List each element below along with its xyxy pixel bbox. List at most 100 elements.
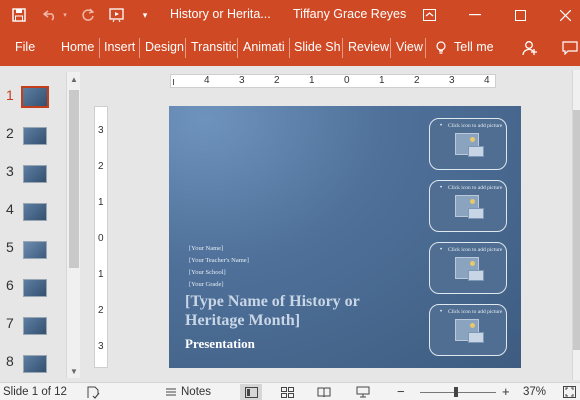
tab-divider	[139, 38, 140, 58]
tab-review[interactable]: Review	[348, 40, 389, 54]
scroll-down-icon[interactable]: ▼	[67, 364, 81, 378]
picture-placeholder[interactable]: • Click icon to add picture	[429, 242, 507, 294]
slide-thumbnail-2[interactable]	[23, 127, 47, 145]
tab-file[interactable]: File	[15, 40, 35, 54]
slide-thumbnail-1[interactable]	[21, 86, 49, 108]
thumbnail-number: 1	[6, 87, 14, 103]
ribbon-display-options-icon[interactable]	[420, 0, 438, 30]
thumbnail-number: 8	[6, 353, 14, 369]
ruler-number: 1	[98, 197, 104, 208]
user-name[interactable]: Tiffany Grace Reyes	[293, 7, 406, 21]
slide-show-icon[interactable]	[354, 384, 372, 400]
notes-button[interactable]: Notes	[181, 386, 211, 398]
normal-view-icon[interactable]	[240, 384, 262, 400]
tell-me-search[interactable]: Tell me	[454, 40, 494, 54]
ruler-number: 0	[98, 233, 104, 244]
maximize-icon[interactable]	[507, 0, 533, 30]
bullet-icon: •	[440, 247, 443, 253]
bullet-icon: •	[440, 309, 443, 315]
scrollbar-thumb[interactable]	[69, 90, 79, 268]
notes-icon[interactable]	[162, 384, 180, 400]
zoom-in-button[interactable]: +	[502, 384, 510, 399]
thumbnail-number: 7	[6, 315, 14, 331]
student-name-placeholder[interactable]: [Your Name]	[189, 245, 223, 252]
grade-placeholder[interactable]: [Your Grade]	[189, 281, 224, 288]
picture-placeholder-text: Click icon to add picture	[448, 123, 503, 129]
slide-sorter-icon[interactable]	[278, 384, 296, 400]
ruler-tick	[173, 79, 174, 85]
close-icon[interactable]	[552, 0, 578, 30]
minimize-icon[interactable]	[462, 0, 488, 30]
reading-view-icon[interactable]	[315, 384, 333, 400]
ruler-number: 2	[414, 75, 420, 86]
slide-canvas[interactable]: [Your Name] [Your Teacher's Name] [Your …	[169, 106, 521, 368]
slide-thumbnail-4[interactable]	[23, 203, 47, 221]
slide-scrollbar[interactable]	[572, 70, 580, 380]
tab-divider	[185, 38, 186, 58]
zoom-level[interactable]: 37%	[523, 386, 546, 398]
zoom-slider-handle[interactable]	[454, 387, 458, 397]
tab-animations[interactable]: Animati	[243, 40, 287, 54]
school-placeholder[interactable]: [Your School]	[189, 269, 226, 276]
picture-placeholder[interactable]: • Click icon to add picture	[429, 304, 507, 356]
insert-picture-icon[interactable]	[455, 257, 484, 281]
insert-picture-icon[interactable]	[455, 195, 484, 219]
tab-transitions[interactable]: Transitic	[191, 40, 236, 54]
lightbulb-icon[interactable]	[434, 33, 448, 63]
tab-divider	[342, 38, 343, 58]
save-icon[interactable]	[8, 0, 30, 30]
slide-counter[interactable]: Slide 1 of 12	[3, 386, 67, 398]
tab-view[interactable]: View	[396, 40, 423, 54]
fit-slide-icon[interactable]	[560, 384, 578, 400]
zoom-out-button[interactable]: −	[397, 384, 405, 399]
title-bar: ▾ ▾ History or Herita... Tiffany Grace R…	[0, 0, 580, 30]
picture-placeholder[interactable]: • Click icon to add picture	[429, 118, 507, 170]
picture-placeholder-text: Click icon to add picture	[448, 185, 503, 191]
insert-picture-icon[interactable]	[455, 319, 484, 343]
start-from-beginning-icon[interactable]	[106, 0, 128, 30]
tab-slide-show[interactable]: Slide Sh	[294, 40, 340, 54]
tab-divider	[237, 38, 238, 58]
thumbnail-scrollbar[interactable]: ▲ ▼	[66, 72, 80, 378]
bullet-icon: •	[440, 123, 443, 129]
picture-placeholder[interactable]: • Click icon to add picture	[429, 180, 507, 232]
tab-home[interactable]: Home	[61, 40, 94, 54]
ruler-number: 3	[98, 125, 104, 136]
slide-subtitle[interactable]: Presentation	[185, 336, 255, 352]
thumbnail-number: 3	[6, 163, 14, 179]
ruler-number: 3	[239, 75, 245, 86]
undo-icon[interactable]	[40, 0, 60, 30]
tab-divider	[99, 38, 100, 58]
tab-divider	[289, 38, 290, 58]
redo-icon[interactable]	[78, 0, 98, 30]
ruler-number: 1	[98, 269, 104, 280]
slide-title[interactable]: [Type Name of History or Heritage Month]	[185, 292, 415, 330]
undo-dropdown-icon[interactable]: ▾	[60, 0, 70, 30]
insert-picture-icon[interactable]	[455, 133, 484, 157]
slide-thumbnail-7[interactable]	[23, 317, 47, 335]
slide-thumbnail-8[interactable]	[23, 355, 47, 373]
customize-toolbar-icon[interactable]: ▾	[138, 0, 152, 30]
zoom-slider[interactable]	[420, 392, 496, 393]
scroll-up-icon[interactable]: ▲	[67, 72, 81, 86]
teacher-name-placeholder[interactable]: [Your Teacher's Name]	[189, 257, 249, 264]
ruler-number: 3	[98, 341, 104, 352]
thumbnail-number: 6	[6, 277, 14, 293]
tab-insert[interactable]: Insert	[104, 40, 135, 54]
ruler-number: 1	[309, 75, 315, 86]
slide-thumbnail-5[interactable]	[23, 241, 47, 259]
slide-thumbnail-6[interactable]	[23, 279, 47, 297]
tab-design[interactable]: Design	[145, 40, 184, 54]
ruler-number: 1	[379, 75, 385, 86]
vertical-ruler: 3 2 1 0 1 2 3	[94, 106, 108, 368]
picture-placeholder-text: Click icon to add picture	[448, 247, 503, 253]
share-person-icon[interactable]	[520, 33, 540, 63]
tab-divider	[425, 38, 426, 58]
ruler-number: 4	[484, 75, 490, 86]
comments-icon[interactable]	[560, 33, 580, 63]
scrollbar-thumb[interactable]	[573, 110, 580, 350]
thumbnail-number: 4	[6, 201, 14, 217]
spelling-check-icon[interactable]	[84, 384, 102, 400]
slide-thumbnail-3[interactable]	[23, 165, 47, 183]
status-bar: Slide 1 of 12 Notes − + 37%	[0, 382, 580, 400]
